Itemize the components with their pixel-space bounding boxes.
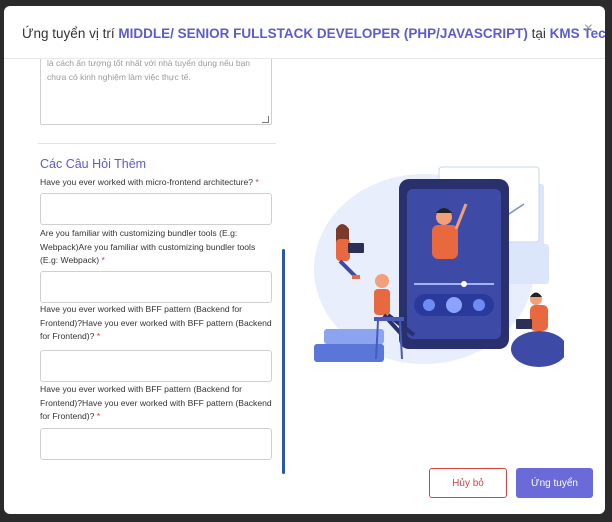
question-text: Are you familiar with customizing bundle… xyxy=(40,228,256,265)
question-label: Have you ever worked with micro-frontend… xyxy=(40,176,274,190)
company-name: KMS Technology xyxy=(549,26,605,41)
question-label: Have you ever worked with BFF pattern (B… xyxy=(40,383,274,424)
scrollbar[interactable] xyxy=(282,249,285,474)
online-learning-illustration xyxy=(314,166,564,367)
answer-input[interactable] xyxy=(40,271,272,303)
title-prefix: Ứng tuyển vị trí xyxy=(22,26,119,41)
apply-button[interactable]: Ứng tuyển xyxy=(516,468,593,498)
apply-modal: Ứng tuyển vị trí MIDDLE/ SENIOR FULLSTAC… xyxy=(4,6,605,514)
modal-title: Ứng tuyển vị trí MIDDLE/ SENIOR FULLSTAC… xyxy=(22,26,605,41)
divider xyxy=(38,143,276,144)
resize-handle-icon[interactable] xyxy=(262,116,269,123)
required-mark: * xyxy=(255,177,259,187)
cover-letter-textarea[interactable]: là cách ấn tượng tốt nhất với nhà tuyển … xyxy=(40,59,272,125)
job-title: MIDDLE/ SENIOR FULLSTACK DEVELOPER (PHP/… xyxy=(118,26,528,41)
required-mark: * xyxy=(101,255,105,265)
question-text: Have you ever worked with BFF pattern (B… xyxy=(40,384,272,421)
cancel-button[interactable]: Hủy bỏ xyxy=(429,468,507,498)
cover-letter-text: là cách ấn tượng tốt nhất với nhà tuyển … xyxy=(47,59,251,82)
required-mark: * xyxy=(96,331,101,341)
question-text: Have you ever worked with BFF pattern (B… xyxy=(40,304,272,341)
answer-input[interactable] xyxy=(40,428,272,460)
answer-input[interactable] xyxy=(40,350,272,382)
close-icon[interactable]: × xyxy=(584,20,593,38)
application-form: là cách ấn tượng tốt nhất với nhà tuyển … xyxy=(38,59,284,464)
question-label: Have you ever worked with BFF pattern (B… xyxy=(40,303,274,344)
question-label: Are you familiar with customizing bundle… xyxy=(40,227,274,268)
modal-body: là cách ấn tượng tốt nhất với nhà tuyển … xyxy=(4,59,605,514)
answer-input[interactable] xyxy=(40,193,272,225)
modal-header: Ứng tuyển vị trí MIDDLE/ SENIOR FULLSTAC… xyxy=(4,6,605,59)
title-mid: tại xyxy=(527,26,550,41)
required-mark: * xyxy=(96,411,101,421)
section-title: Các Câu Hỏi Thêm xyxy=(40,157,147,171)
question-text: Have you ever worked with micro-frontend… xyxy=(40,177,254,187)
